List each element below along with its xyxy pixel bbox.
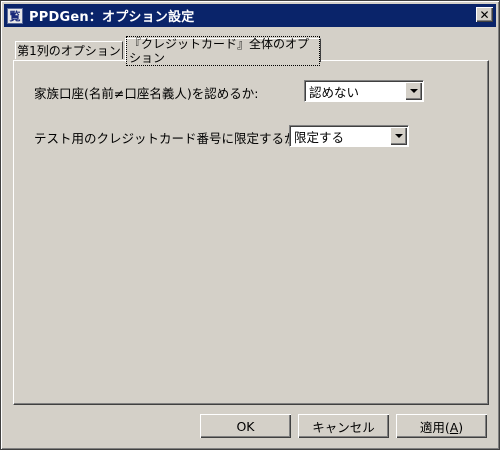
cancel-button[interactable]: キャンセル bbox=[298, 414, 389, 438]
ok-button[interactable]: OK bbox=[200, 414, 291, 438]
family-account-label: 家族口座(名前≠口座名義人)を認めるか: bbox=[34, 86, 259, 101]
close-button[interactable]: ✕ bbox=[476, 7, 493, 22]
dropdown-button[interactable] bbox=[405, 82, 422, 100]
apply-label: 適用(A) bbox=[419, 419, 464, 435]
select-value: 限定する bbox=[294, 129, 345, 145]
apply-button[interactable]: 適用(A) bbox=[396, 414, 487, 438]
select-value: 認めない bbox=[309, 84, 360, 100]
tab-label: 第1列のオプション bbox=[17, 44, 121, 58]
chevron-down-icon bbox=[394, 134, 403, 138]
cancel-label: キャンセル bbox=[312, 419, 375, 435]
test-card-label: テスト用のクレジットカード番号に限定するか: bbox=[34, 131, 301, 146]
tab-column1-options[interactable]: 第1列のオプション bbox=[15, 41, 123, 59]
close-icon: ✕ bbox=[479, 7, 490, 22]
window-title: PPDGen：オプション設定 bbox=[29, 10, 195, 25]
title-bar[interactable]: 覧 PPDGen：オプション設定 ✕ bbox=[4, 4, 496, 27]
app-icon: 覧 bbox=[7, 7, 23, 24]
family-account-select[interactable]: 認めない bbox=[304, 80, 424, 102]
dropdown-button[interactable] bbox=[390, 127, 407, 145]
chevron-down-icon bbox=[409, 89, 418, 93]
tab-label: 『クレジットカード』全体のオプション bbox=[126, 35, 320, 66]
test-card-select[interactable]: 限定する bbox=[289, 125, 409, 147]
options-dialog: 覧 PPDGen：オプション設定 ✕ 第1列のオプション 『クレジットカード』全… bbox=[0, 0, 500, 450]
tab-creditcard-global-options[interactable]: 『クレジットカード』全体のオプション bbox=[125, 35, 321, 66]
ok-label: OK bbox=[236, 418, 255, 434]
tab-panel: 家族口座(名前≠口座名義人)を認めるか: 認めない テスト用のクレジットカード番… bbox=[13, 60, 489, 405]
